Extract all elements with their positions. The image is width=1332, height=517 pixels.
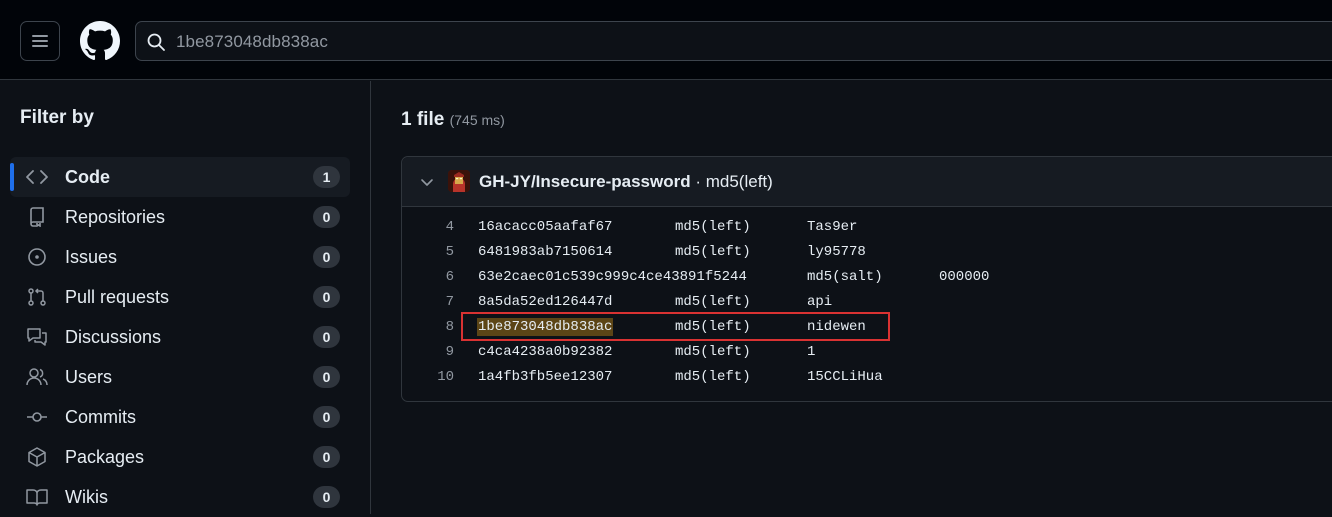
file-result-header[interactable]: GH-JY/Insecure-password · md5(left) <box>402 157 1332 207</box>
line-number[interactable]: 5 <box>414 244 454 260</box>
sidebar-item-packages[interactable]: Packages 0 <box>10 437 350 477</box>
hash-cell: 16acacc05aafaf67 <box>478 219 613 235</box>
annotation-red-box <box>461 312 890 341</box>
code-icon <box>26 167 48 187</box>
hamburger-menu-button[interactable] <box>20 21 60 61</box>
line-number[interactable]: 8 <box>414 319 454 335</box>
method-cell: md5(left) <box>675 219 751 235</box>
search-query-text: 1be873048db838ac <box>176 32 328 51</box>
github-logo-icon[interactable] <box>80 21 120 61</box>
sidebar-item-label: Discussions <box>65 326 162 347</box>
hash-cell: 6481983ab7150614 <box>478 244 613 260</box>
sidebar-item-users[interactable]: Users 0 <box>10 357 350 397</box>
hash-cell: 63e2caec01c539c999c4ce43891f5244 <box>478 269 747 285</box>
count-badge: 0 <box>313 366 340 388</box>
filter-title: Filter by <box>20 107 94 128</box>
plaintext-cell: ly95778 <box>807 244 866 260</box>
method-cell: md5(left) <box>675 369 751 385</box>
code-line: 5 6481983ab7150614 md5(left) ly95778 <box>402 242 1332 267</box>
count-badge: 0 <box>313 406 340 428</box>
count-badge: 1 <box>313 166 340 188</box>
code-snippet: 4 16acacc05aafaf67 md5(left) Tas9er 5 64… <box>402 217 1332 392</box>
count-badge: 0 <box>313 286 340 308</box>
book-icon <box>26 487 48 507</box>
sidebar-item-label: Commits <box>65 406 136 427</box>
count-badge: 0 <box>313 446 340 468</box>
sidebar-item-label: Repositories <box>65 206 166 227</box>
results-count: 1 file <box>401 109 445 130</box>
sidebar-item-label: Code <box>65 166 110 187</box>
sidebar-item-label: Pull requests <box>65 286 170 307</box>
top-header: 1be873048db838ac <box>0 0 1332 80</box>
plaintext-cell: Tas9er <box>807 219 858 235</box>
plaintext-cell: 000000 <box>939 269 990 285</box>
count-badge: 0 <box>313 206 340 228</box>
title-separator: · <box>690 172 706 191</box>
sidebar-item-label: Users <box>65 366 113 387</box>
issue-icon <box>26 247 48 267</box>
method-cell: md5(salt) <box>807 269 883 285</box>
hamburger-menu-icon <box>32 35 48 47</box>
results-time: (745 ms) <box>449 112 505 128</box>
sidebar-item-discussions[interactable]: Discussions 0 <box>10 317 350 357</box>
results-summary: 1 file (745 ms) <box>401 109 505 131</box>
results-panel: 1 file (745 ms) GH-JY/Insecure-password … <box>371 81 1332 514</box>
repo-icon <box>26 207 48 227</box>
repo-owner-avatar <box>448 170 470 192</box>
sidebar-item-label: Packages <box>65 446 145 467</box>
filter-nav: Code 1 Repositories 0 Issues 0 Pull requ… <box>10 157 350 517</box>
line-number[interactable]: 6 <box>414 269 454 285</box>
repo-link[interactable]: GH-JY/Insecure-password <box>479 172 691 191</box>
line-number[interactable]: 10 <box>414 369 454 385</box>
count-badge: 0 <box>313 246 340 268</box>
pull-request-icon <box>26 287 48 307</box>
discussion-icon <box>26 327 48 347</box>
users-icon <box>26 367 48 387</box>
plaintext-cell: api <box>807 294 833 310</box>
file-link[interactable]: md5(left) <box>706 172 773 191</box>
code-line: 10 1a4fb3fb5ee12307 md5(left) 15CCLiHua <box>402 367 1332 392</box>
code-line: 6 63e2caec01c539c999c4ce43891f5244 md5(s… <box>402 267 1332 292</box>
file-title: GH-JY/Insecure-password · md5(left) <box>479 172 773 192</box>
sidebar-item-label: Wikis <box>65 486 108 507</box>
method-cell: md5(left) <box>675 244 751 260</box>
hash-cell: 1a4fb3fb5ee12307 <box>478 369 613 385</box>
search-icon <box>147 33 165 51</box>
count-badge: 0 <box>313 326 340 348</box>
sidebar-item-pull-requests[interactable]: Pull requests 0 <box>10 277 350 317</box>
sidebar-item-label: Issues <box>65 246 118 267</box>
filter-sidebar: Filter by Code 1 Repositories 0 Issues 0 <box>0 81 371 514</box>
commit-icon <box>26 407 48 427</box>
code-line: 9 c4ca4238a0b92382 md5(left) 1 <box>402 342 1332 367</box>
sidebar-item-commits[interactable]: Commits 0 <box>10 397 350 437</box>
line-number[interactable]: 9 <box>414 344 454 360</box>
sidebar-item-wikis[interactable]: Wikis 0 <box>10 477 350 517</box>
line-number[interactable]: 7 <box>414 294 454 310</box>
hash-cell: 8a5da52ed126447d <box>478 294 613 310</box>
search-input[interactable]: 1be873048db838ac <box>135 21 1332 61</box>
plaintext-cell: 1 <box>807 344 816 360</box>
sidebar-item-code[interactable]: Code 1 <box>10 157 350 197</box>
file-result-card: GH-JY/Insecure-password · md5(left) 4 16… <box>401 156 1332 402</box>
hash-cell: c4ca4238a0b92382 <box>478 344 613 360</box>
line-number[interactable]: 4 <box>414 219 454 235</box>
package-icon <box>26 447 48 467</box>
count-badge: 0 <box>313 486 340 508</box>
sidebar-item-issues[interactable]: Issues 0 <box>10 237 350 277</box>
code-line: 4 16acacc05aafaf67 md5(left) Tas9er <box>402 217 1332 242</box>
chevron-down-icon[interactable] <box>419 174 435 190</box>
method-cell: md5(left) <box>675 294 751 310</box>
plaintext-cell: 15CCLiHua <box>807 369 883 385</box>
method-cell: md5(left) <box>675 344 751 360</box>
sidebar-item-repositories[interactable]: Repositories 0 <box>10 197 350 237</box>
